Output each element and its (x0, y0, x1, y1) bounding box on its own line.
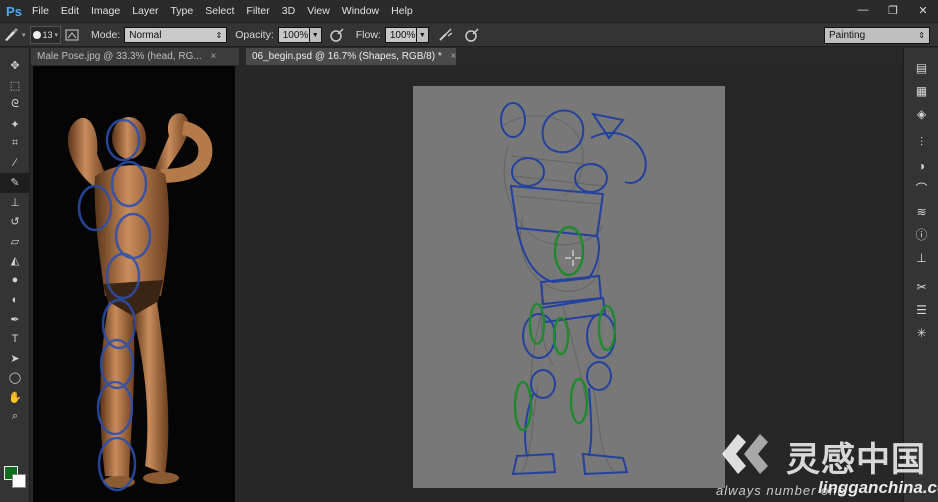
opacity-label: Opacity: (235, 28, 274, 41)
menu-select[interactable]: Select (199, 0, 240, 22)
eyedropper-icon[interactable]: ⁄ (0, 154, 30, 174)
channels-icon[interactable]: ≋ (904, 200, 938, 223)
dodge-icon[interactable]: ◐ (0, 290, 30, 310)
properties-icon[interactable]: ✳ (904, 321, 938, 344)
ellipse-icon[interactable]: ◯ (0, 368, 30, 388)
history-icon[interactable]: ▤ (904, 56, 938, 79)
tools-panel: ✥ ⬚ ᘓ ✦ ⌗ ⁄ ✎ ⊥ ↺ ▱ ◭ ● ◐ ✒ T ➤ ◯ ✋ ⌕ (0, 48, 30, 502)
pressure-size-icon[interactable] (461, 25, 483, 45)
opacity-dropdown-icon[interactable]: ▼ (309, 26, 322, 43)
menu-image[interactable]: Image (85, 0, 126, 22)
menu-help[interactable]: Help (385, 0, 419, 22)
clone-source-icon[interactable]: ⊥ (904, 246, 938, 269)
blur-icon[interactable]: ● (0, 271, 30, 291)
menu-3d[interactable]: 3D (276, 0, 301, 22)
menu-edit[interactable]: Edit (55, 0, 85, 22)
workspace-switcher[interactable]: Painting ⇕ (824, 27, 930, 44)
marquee-icon[interactable]: ⬚ (0, 76, 30, 96)
toolbar-grip[interactable] (0, 48, 29, 56)
minimize-button[interactable]: — (848, 0, 878, 20)
crosshair-cursor-icon (565, 250, 581, 266)
menu-type[interactable]: Type (164, 0, 199, 22)
mode-value: Normal (129, 29, 162, 41)
color-swatches-icon[interactable]: ▦ (904, 79, 938, 102)
watermark-domain: lingganchina.com (818, 478, 938, 497)
document-window-reference: Male Pose.jpg @ 33.3% (head, RG... × (31, 48, 241, 502)
reference-figure-image (67, 113, 213, 492)
close-button[interactable]: ✕ (908, 0, 938, 20)
chevron-updown-icon: ⇕ (215, 30, 223, 40)
window-controls: — ❐ ✕ (848, 0, 938, 22)
photoshop-logo: Ps (6, 3, 22, 19)
brush-icon[interactable]: ✎ (0, 173, 30, 193)
options-bar: ▾ 13 ▾ Mode: Normal ⇕ Opacity: 100% ▼ Fl… (0, 22, 938, 47)
tool-presets-icon[interactable]: ✂ (904, 275, 938, 298)
chevron-down-icon: ▾ (54, 31, 59, 39)
tab-close-icon[interactable]: × (451, 51, 457, 62)
brush-tip-icon (32, 30, 41, 39)
brush-panel-toggle-icon[interactable] (61, 25, 83, 45)
layers-icon[interactable]: ◈ (904, 102, 938, 125)
figure-sketch (500, 102, 647, 476)
menu-window[interactable]: Window (336, 0, 385, 22)
tab-title: Male Pose.jpg @ 33.3% (head, RG... (37, 51, 202, 62)
info-icon[interactable]: ⓘ (904, 223, 938, 246)
brush-tool-preset-icon[interactable] (0, 25, 22, 45)
clone-stamp-icon[interactable]: ⊥ (0, 193, 30, 213)
brush-size-value: 13 (42, 29, 53, 40)
move-icon[interactable]: ✥ (0, 56, 30, 76)
crop-icon[interactable]: ⌗ (0, 134, 30, 154)
menu-filter[interactable]: Filter (240, 0, 275, 22)
chevron-updown-icon: ⇕ (918, 31, 925, 40)
lasso-icon[interactable]: ᘓ (0, 95, 30, 115)
maximize-button[interactable]: ❐ (878, 0, 908, 20)
flow-dropdown-icon[interactable]: ▼ (416, 26, 429, 43)
menu-bar: Ps File Edit Image Layer Type Select Filter 3D V… (0, 0, 938, 22)
menu-file[interactable]: File (26, 0, 55, 22)
tab-close-icon[interactable]: × (210, 51, 216, 62)
drawing-canvas[interactable] (413, 86, 725, 488)
hand-icon[interactable]: ✋ (0, 388, 30, 408)
zoom-icon[interactable]: ⌕ (0, 407, 30, 427)
tab-06-begin[interactable]: 06_begin.psd @ 16.7% (Shapes, RGB/8) * × (246, 48, 456, 65)
adjustments-icon[interactable]: ◑ (904, 154, 938, 177)
watermark-brand: 灵感中国 (786, 440, 926, 480)
workspace-value: Painting (829, 30, 866, 41)
background-color-swatch[interactable] (12, 474, 26, 488)
dock-grip[interactable] (904, 48, 938, 56)
menu-view[interactable]: View (301, 0, 336, 22)
menu-layer[interactable]: Layer (126, 0, 164, 22)
reference-photo[interactable] (33, 66, 235, 502)
flow-field[interactable]: 100% (384, 26, 417, 43)
eraser-icon[interactable]: ▱ (0, 232, 30, 252)
mode-select[interactable]: Normal ⇕ (124, 26, 228, 43)
mode-label: Mode: (91, 28, 121, 41)
watermark-logo-icon (722, 434, 768, 474)
pressure-opacity-icon[interactable] (326, 25, 348, 45)
path-select-icon[interactable]: ➤ (0, 349, 30, 369)
brush-size-picker[interactable]: 13 ▾ (29, 25, 62, 44)
flow-label: Flow: (355, 28, 381, 41)
character-icon[interactable]: ☰ (904, 298, 938, 321)
type-icon[interactable]: T (0, 329, 30, 349)
paint-bucket-icon[interactable]: ◭ (0, 251, 30, 271)
brush-presets-icon[interactable]: ⫶ (904, 131, 938, 154)
color-swatches[interactable] (4, 466, 28, 492)
pen-icon[interactable]: ✒ (0, 310, 30, 330)
chevron-down-icon[interactable]: ▾ (22, 31, 26, 39)
magic-wand-icon[interactable]: ✦ (0, 115, 30, 135)
paths-icon[interactable]: ⌒ (904, 177, 938, 200)
opacity-field[interactable]: 100% (277, 26, 310, 43)
airbrush-icon[interactable] (435, 25, 457, 45)
tab-title: 06_begin.psd @ 16.7% (Shapes, RGB/8) * (252, 51, 442, 62)
tab-male-pose[interactable]: Male Pose.jpg @ 33.3% (head, RG... × (31, 48, 239, 65)
history-brush-icon[interactable]: ↺ (0, 212, 30, 232)
